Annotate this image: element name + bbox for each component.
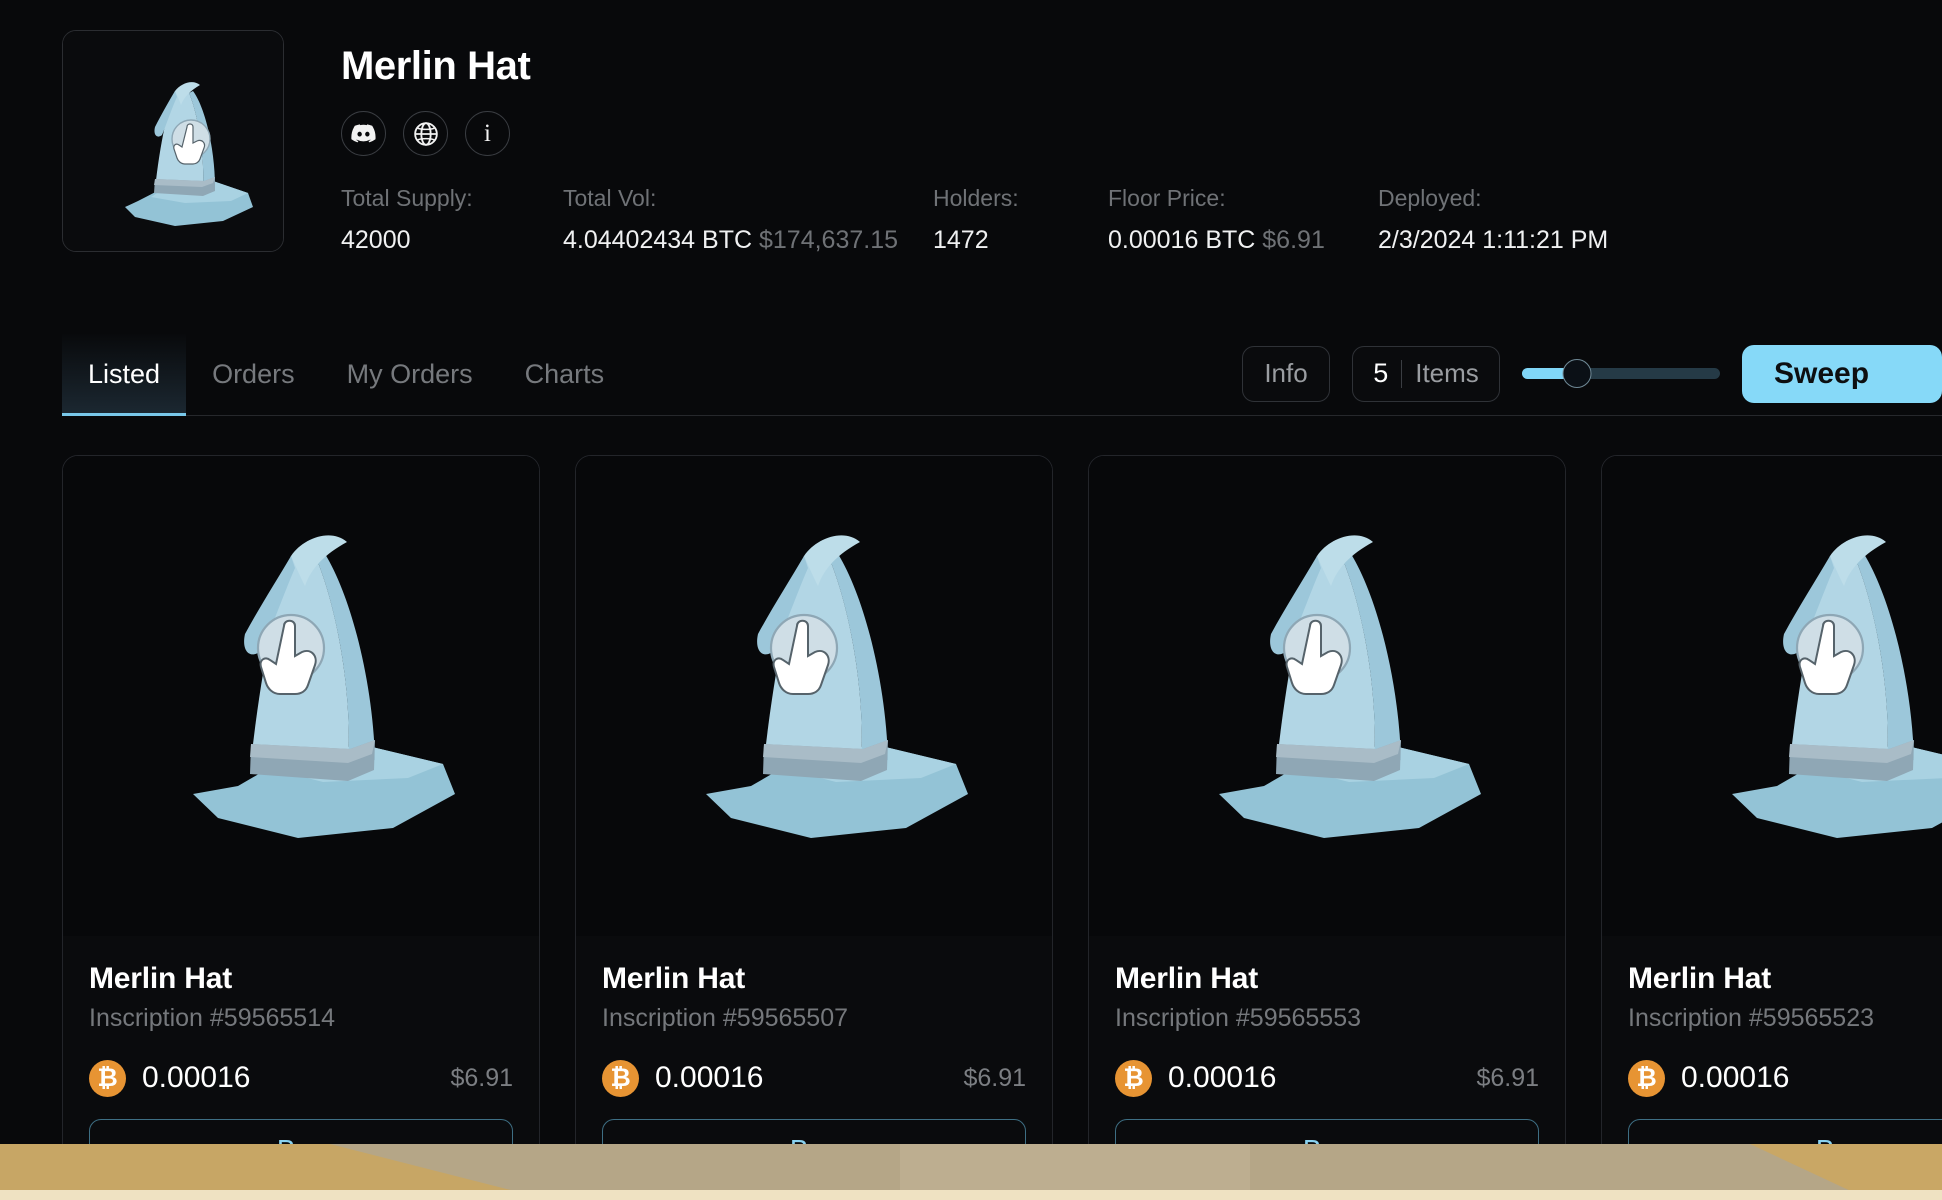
merlin-hat-artwork-thumb [63, 31, 283, 251]
stat-label: Floor Price: [1108, 184, 1378, 213]
card-inscription: Inscription #59565553 [1115, 1005, 1539, 1033]
stat-floor-price: Floor Price: 0.00016 BTC $6.91 [1108, 184, 1378, 254]
bitcoin-glyph: ₿ [1636, 1066, 1656, 1091]
tab-orders[interactable]: Orders [186, 334, 321, 416]
card-price-usd: $6.91 [963, 1064, 1026, 1093]
card-title: Merlin Hat [602, 962, 1026, 995]
stat-label: Deployed: [1378, 184, 1778, 213]
bitcoin-glyph: ₿ [1123, 1066, 1143, 1091]
tab-charts[interactable]: Charts [499, 334, 631, 416]
merlin-hat-artwork [63, 456, 539, 936]
tab-label: My Orders [347, 359, 473, 390]
collection-page: Merlin Hat i [0, 0, 1942, 1200]
stat-primary: 0.00016 BTC [1108, 226, 1255, 254]
collection-header: Merlin Hat i [0, 0, 1942, 300]
collection-stats: Total Supply: 42000 Total Vol: 4.0440243… [341, 184, 1942, 254]
card-price-btc: 0.00016 [655, 1061, 763, 1095]
card-artwork [1602, 456, 1942, 936]
card-title: Merlin Hat [1115, 962, 1539, 995]
bitcoin-icon: ₿ [1115, 1060, 1152, 1097]
bitcoin-icon: ₿ [1628, 1060, 1665, 1097]
info-button[interactable]: Info [1242, 346, 1330, 402]
bitcoin-icon: ₿ [602, 1060, 639, 1097]
listings-grid: Merlin Hat Inscription #59565514 ₿ 0.000… [62, 455, 1942, 1182]
sweep-button-label: Sweep [1774, 357, 1869, 391]
listing-card[interactable]: Merlin Hat Inscription #59565514 ₿ 0.000… [62, 455, 540, 1182]
globe-icon[interactable] [403, 111, 448, 156]
merlin-hat-artwork [1089, 456, 1565, 936]
card-inscription: Inscription #59565514 [89, 1005, 513, 1033]
social-links: i [341, 111, 1942, 156]
card-price-row: ₿ 0.00016 $6.91 [602, 1060, 1026, 1097]
card-price-row: ₿ 0.00016 $6.91 [1628, 1060, 1942, 1097]
merlin-hat-artwork [576, 456, 1052, 936]
card-artwork [1089, 456, 1565, 936]
card-title: Merlin Hat [89, 962, 513, 995]
card-price-btc: 0.00016 [142, 1061, 250, 1095]
stat-total-vol: Total Vol: 4.04402434 BTC $174,637.15 [563, 184, 933, 254]
stat-label: Holders: [933, 184, 1108, 213]
globe-glyph [413, 121, 439, 147]
stat-deployed: Deployed: 2/3/2024 1:11:21 PM [1378, 184, 1778, 254]
card-price-btc: 0.00016 [1681, 1061, 1789, 1095]
merlin-hat-artwork [1602, 456, 1942, 936]
discord-icon[interactable] [341, 111, 386, 156]
card-price-row: ₿ 0.00016 $6.91 [1115, 1060, 1539, 1097]
sweep-amount-slider[interactable] [1522, 360, 1720, 388]
listing-card[interactable]: Merlin Hat Inscription #59565507 ₿ 0.000… [575, 455, 1053, 1182]
stat-value: 1472 [933, 227, 1108, 255]
page-title: Merlin Hat [341, 46, 1942, 86]
listing-card[interactable]: Merlin Hat Inscription #59565553 ₿ 0.000… [1088, 455, 1566, 1182]
tab-my-orders[interactable]: My Orders [321, 334, 499, 416]
card-inscription: Inscription #59565507 [602, 1005, 1026, 1033]
card-price-usd: $6.91 [1476, 1064, 1539, 1093]
stat-value: 4.04402434 BTC $174,637.15 [563, 227, 933, 255]
bitcoin-icon: ₿ [89, 1060, 126, 1097]
bitcoin-glyph: ₿ [97, 1066, 117, 1091]
stat-primary: 4.04402434 BTC [563, 226, 752, 254]
stat-primary: 2/3/2024 1:11:21 PM [1378, 226, 1608, 254]
listing-card[interactable]: Merlin Hat Inscription #59565523 ₿ 0.000… [1601, 455, 1942, 1182]
stat-primary: 1472 [933, 226, 989, 254]
sweep-button[interactable]: Sweep [1742, 345, 1942, 403]
stat-label: Total Vol: [563, 184, 933, 213]
card-price-row: ₿ 0.00016 $6.91 [89, 1060, 513, 1097]
discord-glyph [351, 124, 376, 143]
info-button-label: Info [1264, 358, 1307, 389]
stat-primary: 42000 [341, 226, 411, 254]
stat-value: 2/3/2024 1:11:21 PM [1378, 227, 1778, 255]
info-glyph-label: i [484, 121, 491, 146]
tab-label: Listed [88, 359, 160, 390]
card-price-usd: $6.91 [450, 1064, 513, 1093]
card-price-btc: 0.00016 [1168, 1061, 1276, 1095]
stat-value: 42000 [341, 227, 563, 255]
listing-toolbar: Listed Orders My Orders Charts Info 5 It… [62, 334, 1942, 416]
stat-total-supply: Total Supply: 42000 [341, 184, 563, 254]
toolbar-controls: Info 5 Items Sweep [1242, 345, 1942, 405]
stat-usd: $174,637.15 [759, 226, 898, 254]
stat-value: 0.00016 BTC $6.91 [1108, 227, 1378, 255]
card-artwork [63, 456, 539, 936]
stat-holders: Holders: 1472 [933, 184, 1108, 254]
slider-thumb[interactable] [1563, 359, 1592, 388]
tab-bar: Listed Orders My Orders Charts [62, 334, 630, 416]
stat-label: Total Supply: [341, 184, 563, 213]
items-stepper[interactable]: 5 Items [1352, 346, 1500, 402]
info-icon[interactable]: i [465, 111, 510, 156]
tab-label: Charts [525, 359, 605, 390]
card-inscription: Inscription #59565523 [1628, 1005, 1942, 1033]
bottom-banner-art [0, 1144, 1942, 1200]
items-label: Items [1402, 358, 1479, 389]
collection-thumbnail[interactable] [62, 30, 284, 252]
tab-label: Orders [212, 359, 295, 390]
tab-listed[interactable]: Listed [62, 334, 186, 416]
items-count-value: 5 [1373, 358, 1401, 389]
card-artwork [576, 456, 1052, 936]
card-title: Merlin Hat [1628, 962, 1942, 995]
bottom-banner [0, 1144, 1942, 1200]
bitcoin-glyph: ₿ [610, 1066, 630, 1091]
stat-usd: $6.91 [1262, 226, 1325, 254]
header-info: Merlin Hat i [341, 30, 1942, 254]
